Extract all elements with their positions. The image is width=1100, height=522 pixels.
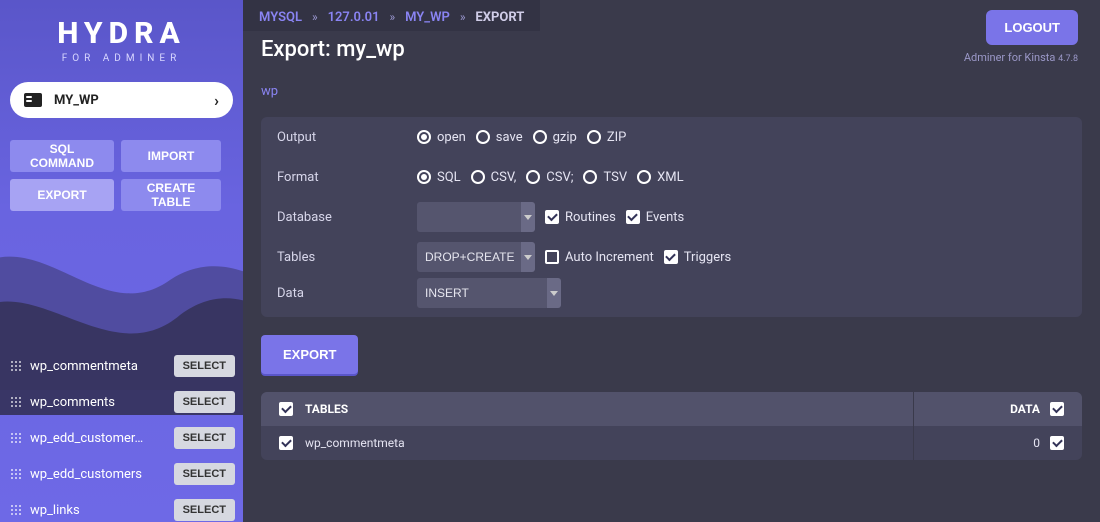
- select-all-data-checkbox[interactable]: [1050, 402, 1064, 416]
- data-select[interactable]: [417, 278, 549, 308]
- output-zip-radio[interactable]: ZIP: [587, 130, 627, 145]
- dropdown-icon[interactable]: [521, 242, 535, 272]
- format-csvc-radio[interactable]: CSV,: [471, 170, 517, 185]
- table-name: wp_edd_customers: [30, 467, 174, 482]
- table-name: wp_commentmeta: [30, 359, 174, 374]
- routines-checkbox[interactable]: Routines: [545, 210, 616, 225]
- export-button-side[interactable]: EXPORT: [10, 179, 114, 211]
- sidebar-actions: SQL COMMAND IMPORT EXPORT CREATE TABLE: [10, 140, 233, 211]
- checkbox-icon: [545, 210, 559, 224]
- select-button[interactable]: SELECT: [174, 391, 235, 413]
- format-xml-radio[interactable]: XML: [637, 170, 684, 185]
- events-checkbox[interactable]: Events: [626, 210, 684, 225]
- database-label: Database: [277, 210, 417, 225]
- app-logo: HYDRA FOR ADMINER: [0, 16, 243, 64]
- radio-icon: [533, 130, 547, 144]
- breadcrumb: MYSQL » 127.0.01 » MY_WP » EXPORT: [243, 0, 540, 31]
- crumb-sep: »: [312, 10, 318, 24]
- radio-icon: [583, 170, 597, 184]
- grid-header: TABLES DATA: [261, 392, 1082, 426]
- output-open-radio[interactable]: open: [417, 130, 466, 145]
- credit-text: Adminer for Kinsta 4.7.8: [964, 51, 1078, 64]
- tables-select[interactable]: [417, 242, 523, 272]
- radio-icon: [471, 170, 485, 184]
- table-row[interactable]: wp_edd_customer… SELECT: [10, 420, 235, 456]
- database-icon: [24, 93, 42, 107]
- sidebar: HYDRA FOR ADMINER MY_WP › SQL COMMAND IM…: [0, 0, 243, 522]
- grip-icon: [10, 504, 22, 516]
- grip-icon: [10, 396, 22, 408]
- wp-link[interactable]: wp: [261, 84, 278, 99]
- radio-icon: [526, 170, 540, 184]
- radio-icon: [476, 130, 490, 144]
- row-table-name: wp_commentmeta: [305, 436, 405, 450]
- output-gzip-radio[interactable]: gzip: [533, 130, 577, 145]
- data-label: Data: [277, 286, 417, 301]
- table-row[interactable]: wp_comments SELECT: [10, 384, 235, 420]
- database-select[interactable]: [417, 202, 523, 232]
- row-data-count: 0: [1033, 436, 1040, 450]
- radio-icon: [417, 170, 431, 184]
- tables-label: Tables: [277, 250, 417, 265]
- database-name: MY_WP: [54, 93, 99, 108]
- table-name: wp_links: [30, 503, 174, 518]
- create-table-button[interactable]: CREATE TABLE: [121, 179, 221, 211]
- crumb-mysql[interactable]: MYSQL: [259, 10, 302, 25]
- table-row[interactable]: wp_commentmeta SELECT: [10, 348, 235, 384]
- sql-command-button[interactable]: SQL COMMAND: [10, 140, 114, 172]
- table-row[interactable]: wp_edd_customers SELECT: [10, 456, 235, 492]
- format-tsv-radio[interactable]: TSV: [583, 170, 627, 185]
- export-form: Output open save gzip ZIP Format SQL CSV…: [261, 117, 1082, 317]
- grip-icon: [10, 432, 22, 444]
- select-button[interactable]: SELECT: [174, 463, 235, 485]
- table-name: wp_comments: [30, 395, 174, 410]
- table-row[interactable]: wp_links SELECT: [10, 492, 235, 522]
- grip-icon: [10, 360, 22, 372]
- format-label: Format: [277, 170, 417, 185]
- main-content: MYSQL » 127.0.01 » MY_WP » EXPORT Export…: [243, 0, 1100, 522]
- radio-icon: [637, 170, 651, 184]
- crumb-host[interactable]: 127.0.01: [328, 10, 380, 25]
- sidebar-table-list: wp_commentmeta SELECT wp_comments SELECT…: [10, 348, 235, 522]
- logo-title: HYDRA: [0, 16, 243, 51]
- autoincrement-checkbox[interactable]: Auto Increment: [545, 250, 654, 265]
- crumb-sep: »: [460, 10, 466, 24]
- crumb-sep: »: [390, 10, 396, 24]
- select-button[interactable]: SELECT: [174, 355, 235, 377]
- dropdown-icon[interactable]: [521, 202, 535, 232]
- dropdown-icon[interactable]: [547, 278, 561, 308]
- table-name: wp_edd_customer…: [30, 431, 174, 446]
- checkbox-icon: [626, 210, 640, 224]
- grip-icon: [10, 468, 22, 480]
- triggers-checkbox[interactable]: Triggers: [664, 250, 731, 265]
- logout-button[interactable]: LOGOUT: [986, 10, 1078, 45]
- grid-divider: [913, 392, 914, 460]
- checkbox-icon: [545, 250, 559, 264]
- tables-grid: TABLES DATA wp_commentmeta 0: [261, 392, 1082, 460]
- page-title: Export: my_wp: [261, 37, 405, 62]
- chevron-right-icon: ›: [214, 91, 219, 110]
- logo-subtitle: FOR ADMINER: [0, 53, 243, 64]
- crumb-db[interactable]: MY_WP: [405, 10, 450, 25]
- select-button[interactable]: SELECT: [174, 499, 235, 521]
- format-sql-radio[interactable]: SQL: [417, 170, 461, 185]
- format-csvs-radio[interactable]: CSV;: [526, 170, 573, 185]
- crumb-current: EXPORT: [475, 10, 524, 25]
- output-save-radio[interactable]: save: [476, 130, 523, 145]
- grid-header-data: DATA: [1010, 402, 1040, 416]
- row-table-checkbox[interactable]: [279, 436, 293, 450]
- database-selector[interactable]: MY_WP ›: [10, 82, 233, 118]
- grid-header-tables: TABLES: [305, 402, 348, 416]
- row-data-checkbox[interactable]: [1050, 436, 1064, 450]
- output-label: Output: [277, 130, 417, 145]
- grid-row: wp_commentmeta 0: [261, 426, 1082, 460]
- checkbox-icon: [664, 250, 678, 264]
- radio-icon: [417, 130, 431, 144]
- select-all-tables-checkbox[interactable]: [279, 402, 293, 416]
- radio-icon: [587, 130, 601, 144]
- select-button[interactable]: SELECT: [174, 427, 235, 449]
- export-submit-button[interactable]: EXPORT: [261, 335, 358, 374]
- import-button[interactable]: IMPORT: [121, 140, 221, 172]
